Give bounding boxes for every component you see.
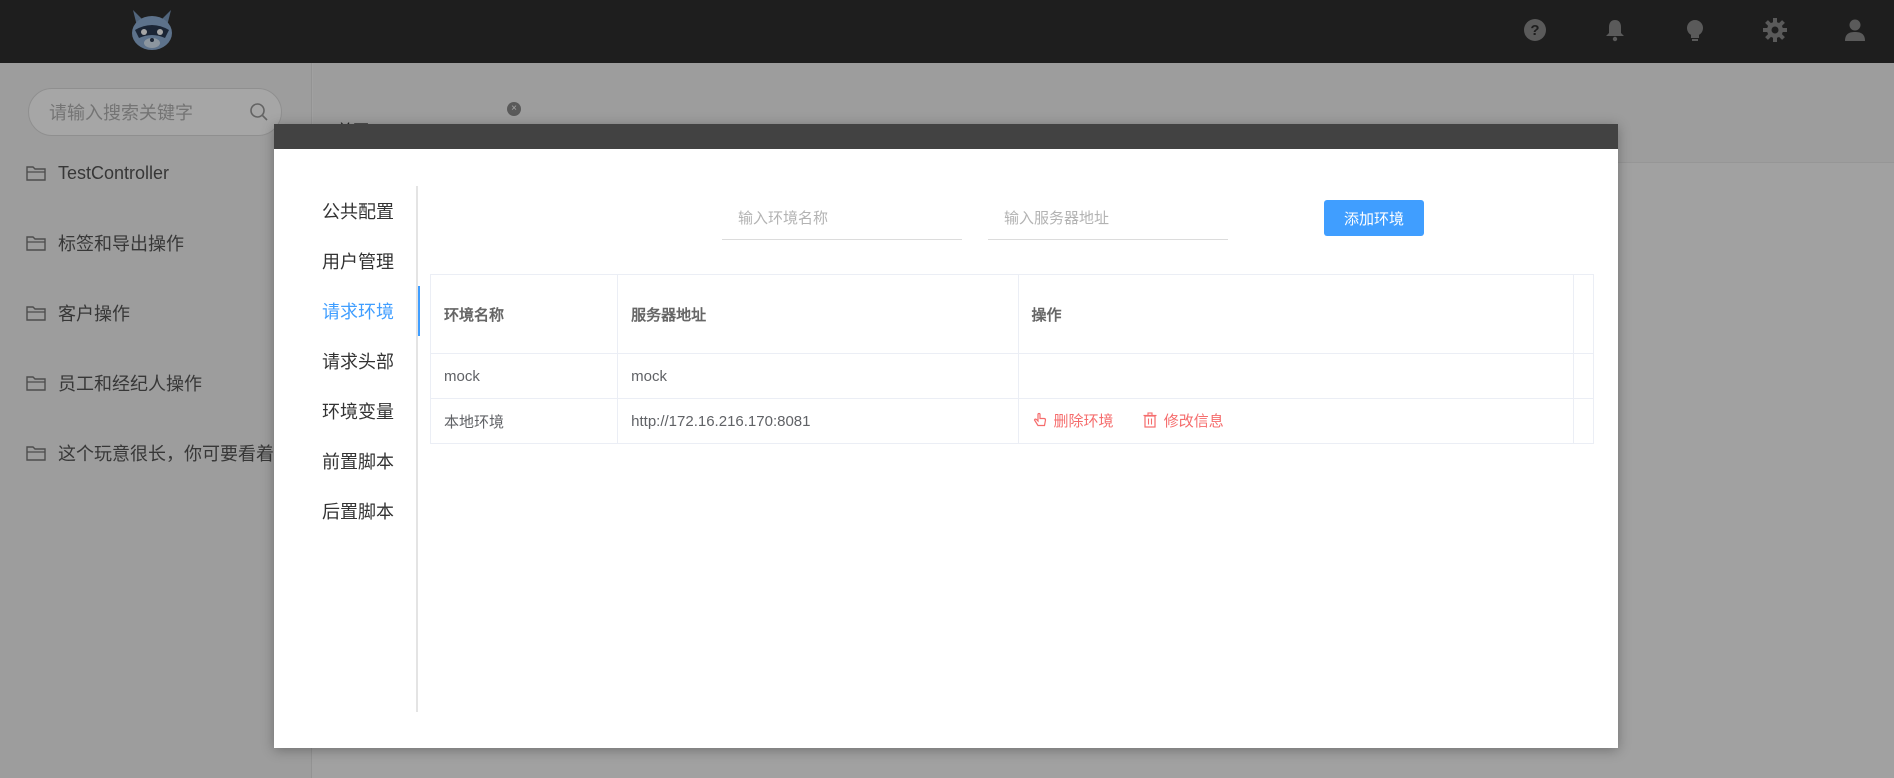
nav-item-public-config[interactable]: 公共配置 <box>274 186 418 236</box>
table-row: mock mock <box>429 353 1595 399</box>
col-gutter <box>1572 274 1595 354</box>
delete-env-button[interactable]: 删除环境 <box>1032 410 1114 431</box>
col-gutter <box>1572 353 1595 399</box>
nav-item-request-headers[interactable]: 请求头部 <box>274 336 418 386</box>
nav-item-request-env[interactable]: 请求环境 <box>274 286 420 336</box>
cell-actions: 删除环境 修改信息 <box>1017 398 1574 444</box>
env-name-field-wrap <box>722 198 962 240</box>
trash-icon <box>1143 412 1157 428</box>
modal-nav: 公共配置 用户管理 请求环境 请求头部 环境变量 前置脚本 后置脚本 <box>274 186 420 712</box>
col-header-env-name: 环境名称 <box>429 274 619 354</box>
modal-header <box>274 124 1618 149</box>
cell-server: mock <box>617 353 1019 399</box>
table-row: 本地环境 http://172.16.216.170:8081 删除环境 修改信… <box>429 398 1595 444</box>
nav-item-post-script[interactable]: 后置脚本 <box>274 486 418 536</box>
cell-actions <box>1017 353 1574 399</box>
settings-modal: 公共配置 用户管理 请求环境 请求头部 环境变量 前置脚本 后置脚本 添加环境 … <box>274 124 1618 748</box>
cell-env-name: 本地环境 <box>429 398 619 444</box>
server-address-field-wrap <box>988 198 1228 240</box>
add-env-button[interactable]: 添加环境 <box>1324 200 1424 236</box>
edit-info-button[interactable]: 修改信息 <box>1142 410 1224 431</box>
cell-env-name: mock <box>429 353 619 399</box>
nav-item-env-variables[interactable]: 环境变量 <box>274 386 418 436</box>
delete-env-label: 删除环境 <box>1053 412 1114 430</box>
hand-pointer-icon <box>1033 413 1046 427</box>
env-name-field[interactable] <box>722 198 962 239</box>
col-gutter <box>1572 398 1595 444</box>
col-header-actions: 操作 <box>1017 274 1574 354</box>
table-header-row: 环境名称 服务器地址 操作 <box>429 274 1595 354</box>
cell-server: http://172.16.216.170:8081 <box>617 398 1019 444</box>
nav-item-user-management[interactable]: 用户管理 <box>274 236 418 286</box>
env-table: 环境名称 服务器地址 操作 mock mock 本地环境 http://172.… <box>429 274 1595 444</box>
col-header-server: 服务器地址 <box>617 274 1019 354</box>
nav-item-pre-script[interactable]: 前置脚本 <box>274 436 418 486</box>
server-address-field[interactable] <box>988 198 1228 239</box>
edit-info-label: 修改信息 <box>1163 412 1224 430</box>
